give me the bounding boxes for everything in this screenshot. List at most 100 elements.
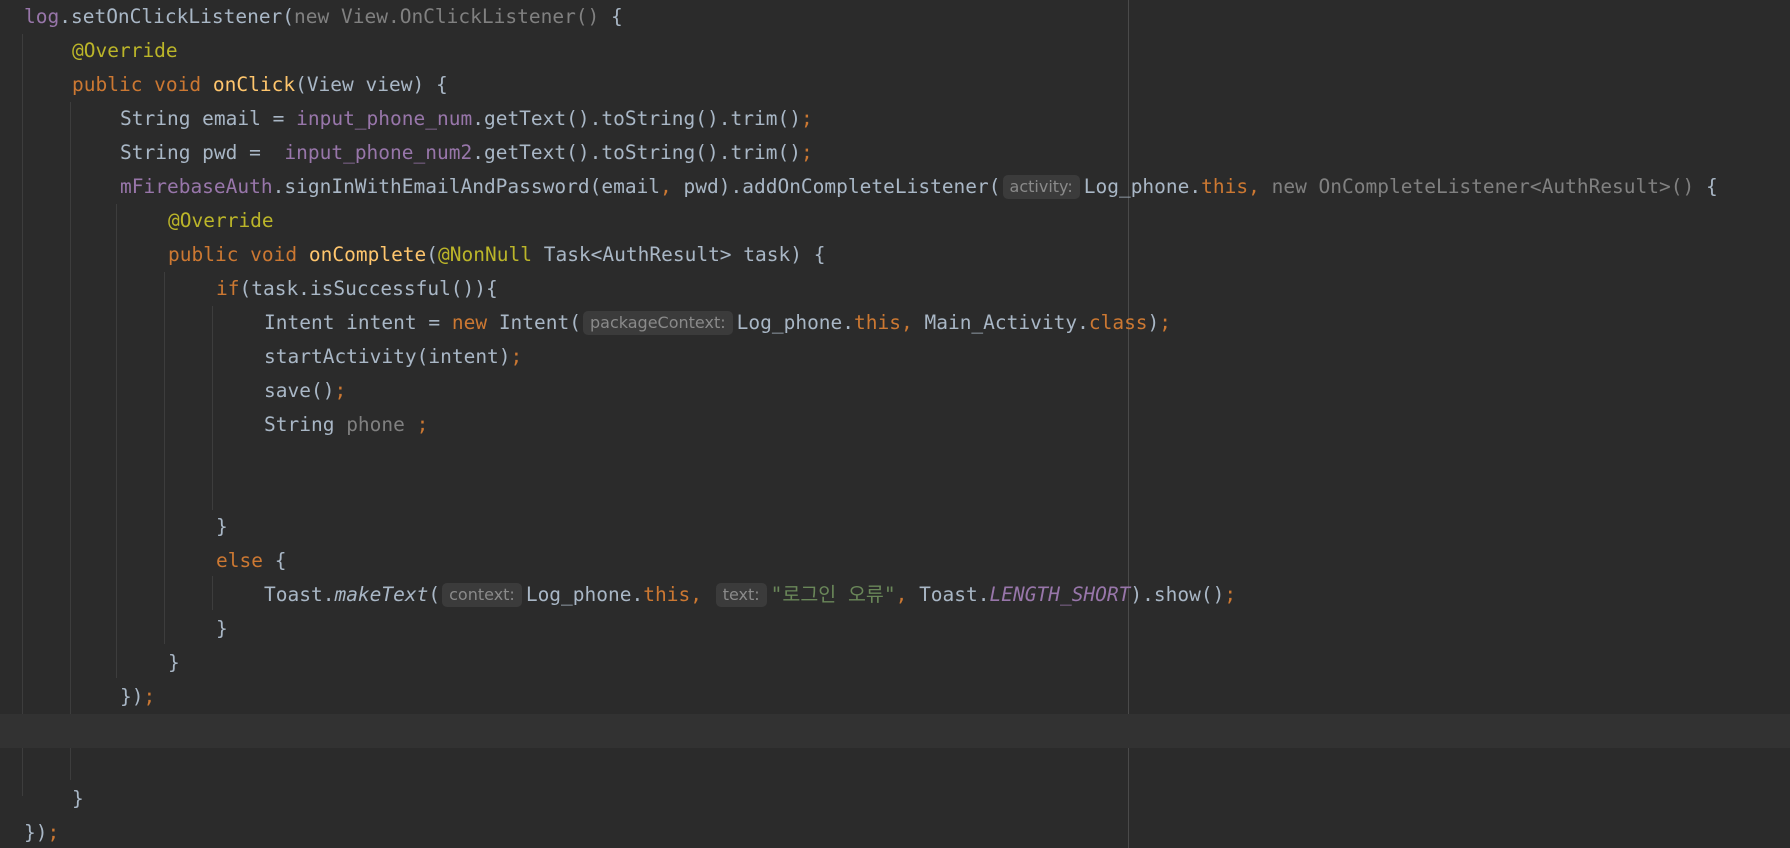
code-token: { xyxy=(599,5,623,28)
code-token: ).show() xyxy=(1130,583,1225,606)
code-token: onClick xyxy=(212,73,296,96)
code-token: ; xyxy=(143,685,156,708)
code-token: ; xyxy=(1159,311,1172,334)
code-line-text: startActivity(intent); xyxy=(264,340,522,374)
code-line-text: Toast.makeText(context: Log_phone.this, t… xyxy=(264,578,1236,612)
code-token: ( xyxy=(428,583,441,606)
parameter-hint: packageContext: xyxy=(583,311,733,335)
code-line[interactable]: } xyxy=(0,510,1790,544)
code-token: }) xyxy=(24,821,48,844)
code-line[interactable] xyxy=(0,714,1790,748)
code-line[interactable]: String pwd = input_phone_num2.getText().… xyxy=(0,136,1790,170)
code-line[interactable]: Toast.makeText(context: Log_phone.this, t… xyxy=(0,578,1790,612)
code-line-text: }); xyxy=(120,680,155,714)
code-line[interactable]: if(task.isSuccessful()){ xyxy=(0,272,1790,306)
code-token: (View view) { xyxy=(295,73,448,96)
code-token: } xyxy=(72,787,84,810)
code-token: , xyxy=(660,175,672,198)
code-token: .signInWithEmailAndPassword(email xyxy=(272,175,661,198)
code-token: new OnCompleteListener<AuthResult>() xyxy=(1271,175,1695,198)
code-token: makeText xyxy=(334,583,429,606)
code-line[interactable] xyxy=(0,476,1790,510)
code-token: public void xyxy=(72,73,213,96)
code-line-text: log.setOnClickListener(new View.OnClickL… xyxy=(24,0,623,34)
code-line[interactable]: mFirebaseAuth.signInWithEmailAndPassword… xyxy=(0,170,1790,204)
code-line-text: public void onComplete(@NonNull Task<Aut… xyxy=(168,238,825,272)
code-token: input_phone_num xyxy=(296,107,473,130)
code-token: this, xyxy=(643,583,702,606)
code-token: phone xyxy=(346,413,417,436)
code-line[interactable]: public void onComplete(@NonNull Task<Aut… xyxy=(0,238,1790,272)
code-token: ; xyxy=(416,413,429,436)
parameter-hint: text: xyxy=(715,583,767,607)
code-token: } xyxy=(168,651,180,674)
code-token: ; xyxy=(800,107,813,130)
code-line[interactable]: String email = input_phone_num.getText()… xyxy=(0,102,1790,136)
code-token: ; xyxy=(800,141,813,164)
code-token: @NonNull xyxy=(438,243,532,266)
code-token: Intent( xyxy=(498,311,581,334)
code-token: ; xyxy=(334,379,347,402)
code-line[interactable]: } xyxy=(0,612,1790,646)
code-editor[interactable]: log.setOnClickListener(new View.OnClickL… xyxy=(0,0,1790,848)
code-line-text: else { xyxy=(216,544,286,578)
code-token: String pwd = xyxy=(120,141,285,164)
code-line-text: if(task.isSuccessful()){ xyxy=(216,272,498,306)
code-token: Main_Activity. xyxy=(912,311,1089,334)
code-token: Toast. xyxy=(907,583,990,606)
code-line-text: Intent intent = new Intent(packageContex… xyxy=(264,306,1171,340)
code-token: class xyxy=(1088,311,1148,334)
code-token: new xyxy=(451,311,499,334)
code-line-text: } xyxy=(72,782,84,816)
code-token: @Override xyxy=(168,209,274,232)
code-token: Task<AuthResult> task) { xyxy=(531,243,826,266)
code-token: }) xyxy=(120,685,144,708)
code-line-text: save(); xyxy=(264,374,346,408)
code-token: .getText().toString().trim() xyxy=(472,107,801,130)
code-token: ( xyxy=(426,243,439,266)
code-line[interactable]: else { xyxy=(0,544,1790,578)
code-line[interactable]: } xyxy=(0,646,1790,680)
code-token: mFirebaseAuth xyxy=(120,175,273,198)
code-token: .setOnClickListener( xyxy=(59,5,295,28)
code-token: Log_phone. xyxy=(1083,175,1202,198)
code-token: if xyxy=(216,277,240,300)
code-line-text: } xyxy=(216,510,228,544)
code-token: ) xyxy=(1147,311,1160,334)
code-line-text: @Override xyxy=(168,204,274,238)
code-line[interactable]: String phone ; xyxy=(0,408,1790,442)
code-token: Log_phone. xyxy=(736,311,855,334)
code-line[interactable]: @Override xyxy=(0,34,1790,68)
code-token: "로그인 오류" xyxy=(770,583,896,606)
code-token: .getText().toString().trim() xyxy=(472,141,801,164)
code-line-text: } xyxy=(168,646,180,680)
code-line[interactable]: startActivity(intent); xyxy=(0,340,1790,374)
code-line[interactable]: } xyxy=(0,782,1790,816)
code-token: Log_phone. xyxy=(525,583,644,606)
code-token: @Override xyxy=(72,39,178,62)
code-token: { xyxy=(262,549,287,572)
code-token: } xyxy=(216,515,228,538)
code-line-text: @Override xyxy=(72,34,178,68)
code-token: startActivity(intent) xyxy=(264,345,511,368)
code-line[interactable]: }); xyxy=(0,816,1790,848)
code-token: pwd).addOnCompleteListener( xyxy=(671,175,1001,198)
code-line[interactable]: public void onClick(View view) { xyxy=(0,68,1790,102)
code-token: public void xyxy=(168,243,309,266)
code-line[interactable]: @Override xyxy=(0,204,1790,238)
code-token: ; xyxy=(47,821,60,844)
code-line[interactable]: }); xyxy=(0,680,1790,714)
code-line[interactable]: save(); xyxy=(0,374,1790,408)
code-token: else xyxy=(216,549,263,572)
code-line[interactable] xyxy=(0,442,1790,476)
code-line[interactable]: log.setOnClickListener(new View.OnClickL… xyxy=(0,0,1790,34)
code-line[interactable] xyxy=(0,748,1790,782)
code-token: onComplete xyxy=(308,243,427,266)
code-token: String xyxy=(264,413,347,436)
code-line[interactable]: Intent intent = new Intent(packageContex… xyxy=(0,306,1790,340)
code-token: ; xyxy=(1224,583,1237,606)
code-token: String email = xyxy=(120,107,297,130)
code-line-text: }); xyxy=(24,816,59,848)
code-token: (task.isSuccessful()){ xyxy=(239,277,498,300)
